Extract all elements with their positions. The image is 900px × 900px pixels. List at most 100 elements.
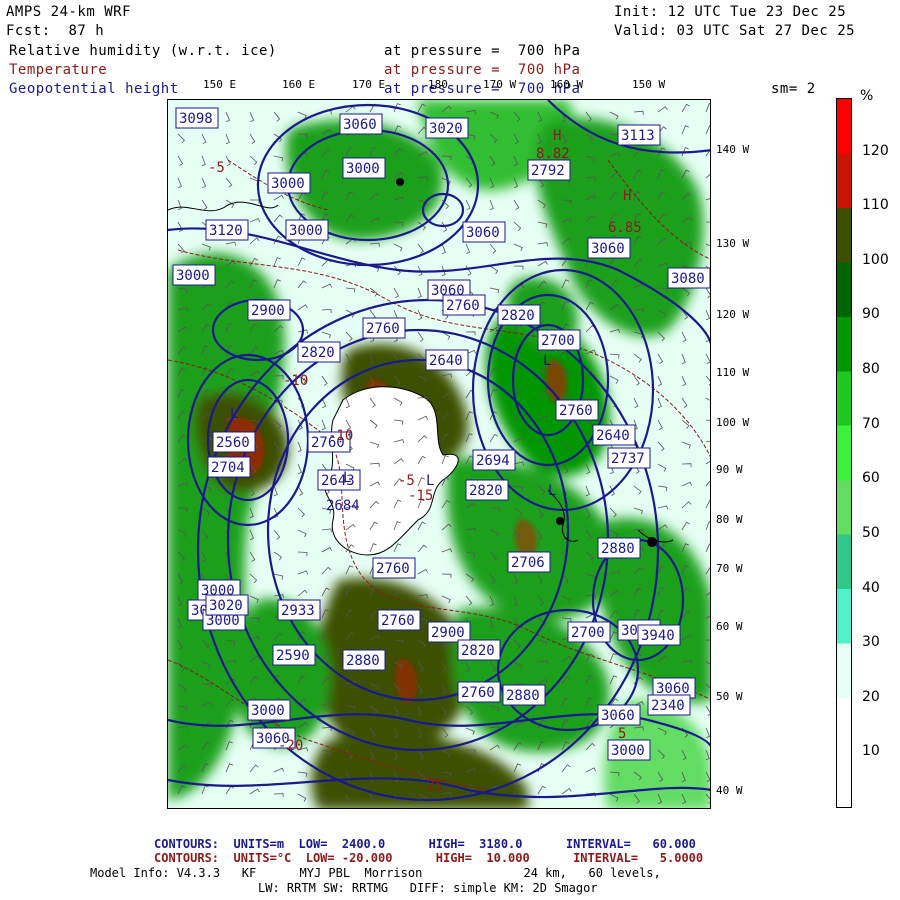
field-rh-name: Relative humidity (w.r.t. ice) <box>9 43 277 59</box>
station-marker <box>396 178 404 186</box>
map-svg: 3098 3060 3020 3000 3000 3060 3120 3000 3000 3060… <box>168 100 710 808</box>
svg-text:3000: 3000 <box>289 223 323 239</box>
colorbar-tick-label: 80 <box>862 361 880 378</box>
lat-label: 60 W <box>716 620 743 633</box>
svg-text:3000: 3000 <box>611 743 645 759</box>
footer-low: LOW= 2400.0 <box>298 837 386 851</box>
colorbar-tick-label: 90 <box>862 306 880 323</box>
svg-text:3060: 3060 <box>591 241 625 257</box>
low-marker: L <box>426 473 434 489</box>
field-temp-level: at pressure = 700 hPa <box>384 62 581 78</box>
field-temp-name: Temperature <box>9 62 108 78</box>
svg-text:2820: 2820 <box>501 308 535 324</box>
svg-text:2880: 2880 <box>506 688 540 704</box>
height-label: 3000 <box>172 264 216 286</box>
height-label: 2760 <box>377 609 421 631</box>
extreme-value-label: 6.85 <box>608 220 642 236</box>
svg-text:3113: 3113 <box>621 128 655 144</box>
lat-label: 120 W <box>716 308 750 321</box>
svg-text:3120: 3120 <box>209 223 243 239</box>
extreme-value-label: 8.82 <box>536 146 570 162</box>
footer-interval: INTERVAL= 5.0000 <box>573 851 704 865</box>
svg-text:3060: 3060 <box>466 225 500 241</box>
svg-text:2694: 2694 <box>476 453 510 469</box>
height-label: 2340 <box>647 694 691 716</box>
lon-label: 150 E <box>203 78 237 91</box>
height-label: 3000 <box>247 699 291 721</box>
height-label: 2760 <box>555 399 599 421</box>
svg-text:3080: 3080 <box>671 271 705 287</box>
footer-high: HIGH= 3180.0 <box>428 837 523 851</box>
height-label: 2760 <box>457 681 501 703</box>
height-label: 2760 <box>372 557 416 579</box>
height-label: 3060 <box>339 113 383 135</box>
svg-text:2820: 2820 <box>469 483 503 499</box>
svg-text:2900: 2900 <box>251 303 285 319</box>
height-label: 2820 <box>457 639 501 661</box>
svg-text:2706: 2706 <box>511 555 545 571</box>
height-label: 2737 <box>607 447 651 469</box>
temperature-label: -5 <box>398 473 415 489</box>
high-marker: H <box>623 188 631 204</box>
lat-label: 130 W <box>716 237 750 250</box>
svg-text:2760: 2760 <box>461 685 495 701</box>
low-marker: L <box>543 353 551 369</box>
lon-label: 150 W <box>632 78 666 91</box>
height-label: 2643 <box>317 469 361 491</box>
svg-text:2900: 2900 <box>431 625 465 641</box>
colorbar-tick-label: 40 <box>862 579 880 596</box>
height-label: 3020 <box>205 594 249 616</box>
field-height-name: Geopotential height <box>9 81 179 97</box>
height-label: 3000 <box>342 157 386 179</box>
footer-low: LOW= -20.000 <box>305 851 393 865</box>
init-time: Init: 12 UTC Tue 23 Dec 25 <box>614 4 847 20</box>
height-label: 3080 <box>667 267 710 289</box>
footer-interval: INTERVAL= 60.000 <box>565 837 696 851</box>
height-label: 3098 <box>175 107 219 129</box>
map-panel: 3098 3060 3020 3000 3000 3060 3120 3000 3000 3060… <box>167 99 711 809</box>
station-marker <box>556 517 564 525</box>
height-label: 2706 <box>507 551 551 573</box>
height-label: 3060 <box>462 221 506 243</box>
height-label: 2640 <box>425 349 469 371</box>
svg-text:2760: 2760 <box>381 613 415 629</box>
temperature-label: -20 <box>278 738 303 754</box>
height-label: 2880 <box>502 684 546 706</box>
footer-label: CONTOURS: <box>154 837 220 851</box>
high-marker: H <box>553 128 561 144</box>
smoothing-label: sm= 2 <box>771 81 816 97</box>
svg-text:2820: 2820 <box>301 345 335 361</box>
svg-text:2590: 2590 <box>276 648 310 664</box>
temperature-label: -25 <box>418 778 443 794</box>
height-label: 2560 <box>212 431 256 453</box>
svg-text:3020: 3020 <box>209 598 243 614</box>
lon-label: 170 W <box>483 78 517 91</box>
low-marker: L <box>343 470 351 486</box>
colorbar-tick-label: 10 <box>862 743 880 760</box>
lon-label: 170 E <box>352 78 386 91</box>
height-label: 3020 <box>425 117 469 139</box>
temperature-label: -10 <box>283 373 308 389</box>
temperature-label: -15 <box>408 488 433 504</box>
footer-temp-contours: CONTOURS: UNITS=°C LOW= -20.000 HIGH= 10… <box>154 851 703 865</box>
colorbar-tick-label: 110 <box>862 197 889 214</box>
svg-text:2760: 2760 <box>366 321 400 337</box>
height-label: 2760 <box>362 317 406 339</box>
footer-physics-info: LW: RRTM SW: RRTMG DIFF: simple KM: 2D S… <box>258 881 598 895</box>
height-label: 2820 <box>497 304 541 326</box>
low-marker: L <box>230 406 238 422</box>
footer-high: HIGH= 10.000 <box>435 851 530 865</box>
height-label: 3060 <box>587 237 631 259</box>
colorbar-tick-label: 70 <box>862 415 880 432</box>
colorbar-tick-label: 120 <box>862 142 889 159</box>
svg-text:3000: 3000 <box>251 703 285 719</box>
height-label: 2792 <box>527 159 571 181</box>
footer-model-info: Model Info: V4.3.3 KF MYJ PBL Morrison 2… <box>90 866 661 880</box>
height-label: 2640 <box>592 424 636 446</box>
colorbar-tick-label: 100 <box>862 251 889 268</box>
svg-text:2760: 2760 <box>559 403 593 419</box>
height-label: 2704 <box>207 456 251 478</box>
svg-text:3000: 3000 <box>176 268 210 284</box>
lon-label: 160 E <box>282 78 316 91</box>
colorbar <box>836 98 852 808</box>
